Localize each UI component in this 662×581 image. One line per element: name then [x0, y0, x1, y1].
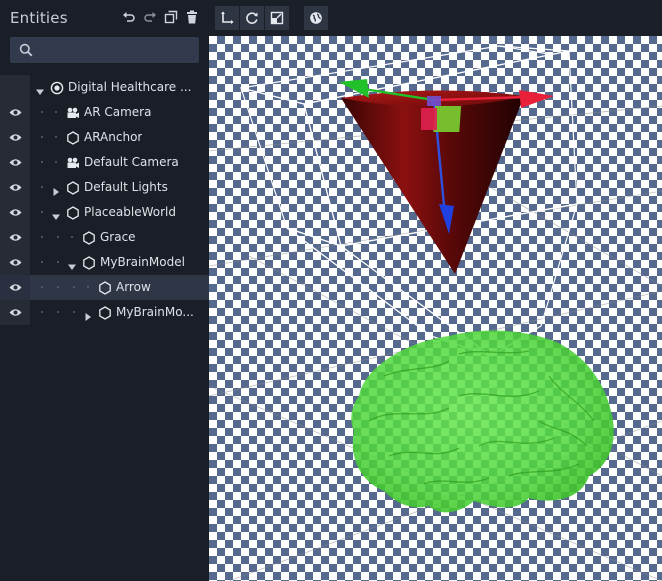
- tree-item-label: MyBrainMo...: [116, 305, 194, 319]
- camera-icon: [66, 105, 80, 119]
- tree-item-label: Digital Healthcare ...: [68, 80, 192, 94]
- chevron-down-icon[interactable]: [67, 257, 77, 270]
- tree-item-default-camera[interactable]: Default Camera: [0, 150, 209, 175]
- duplicate-icon[interactable]: [164, 10, 178, 24]
- tree-item-label: Grace: [100, 230, 136, 244]
- tree-item-digital-healthcare[interactable]: Digital Healthcare ...: [0, 75, 209, 100]
- visibility-toggle[interactable]: [0, 125, 30, 150]
- tree-item-aranchor[interactable]: ARAnchor: [0, 125, 209, 150]
- visibility-toggle[interactable]: [0, 175, 30, 200]
- tree-item-default-lights[interactable]: Default Lights: [0, 175, 209, 200]
- hexagon-icon: [66, 205, 80, 220]
- tree-item-placeableworld[interactable]: PlaceableWorld: [0, 200, 209, 225]
- chevron-right-icon[interactable]: [51, 182, 61, 196]
- tree-item-label: PlaceableWorld: [84, 205, 176, 219]
- entity-search[interactable]: [10, 37, 199, 63]
- tree-item-mybrainmo[interactable]: MyBrainMo...: [0, 300, 209, 325]
- target-icon: [50, 80, 64, 95]
- tree-item-label: Default Lights: [84, 180, 168, 194]
- brain-mesh: [351, 330, 614, 513]
- viewport-toolbar: [209, 0, 662, 36]
- scene-render: [209, 45, 662, 581]
- eye-icon: [9, 309, 21, 316]
- visibility-toggle[interactable]: [0, 275, 30, 300]
- entities-panel: Entities Digital Healthcare ... AR Camera…: [0, 0, 209, 581]
- visibility-toggle[interactable]: [0, 100, 30, 125]
- visibility-toggle[interactable]: [0, 225, 30, 250]
- visibility-toggle[interactable]: [0, 250, 30, 275]
- delete-icon[interactable]: [185, 10, 199, 24]
- tree-item-label: Arrow: [116, 280, 151, 294]
- tree-item-ar-camera[interactable]: AR Camera: [0, 100, 209, 125]
- chevron-down-icon[interactable]: [35, 82, 45, 95]
- tree-item-mybrainmodel[interactable]: MyBrainModel: [0, 250, 209, 275]
- hexagon-icon: [98, 305, 112, 320]
- chevron-down-icon[interactable]: [51, 207, 61, 220]
- eye-icon: [9, 109, 21, 116]
- eye-icon: [9, 209, 21, 216]
- eye-icon: [9, 184, 21, 191]
- visibility-toggle[interactable]: [0, 200, 30, 225]
- entities-toolbar: [122, 10, 199, 24]
- hexagon-icon: [66, 130, 80, 145]
- eye-icon: [9, 134, 21, 141]
- undo-icon[interactable]: [122, 10, 136, 24]
- visibility-toggle[interactable]: [0, 150, 30, 175]
- eye-icon: [9, 234, 21, 241]
- visibility-toggle[interactable]: [0, 300, 30, 325]
- move-tool-icon: [221, 11, 234, 24]
- world-space-icon: [310, 12, 322, 24]
- hexagon-icon: [82, 255, 96, 270]
- entities-title: Entities: [10, 9, 68, 27]
- rotate-tool-icon: [246, 12, 258, 24]
- scale-tool-icon: [270, 11, 284, 25]
- move-tool-button[interactable]: [215, 6, 239, 30]
- rotate-tool-button[interactable]: [240, 6, 264, 30]
- visibility-gutter: [0, 75, 30, 100]
- tree-item-grace[interactable]: Grace: [0, 225, 209, 250]
- scene-viewport[interactable]: [209, 36, 662, 581]
- world-space-button[interactable]: [304, 6, 328, 30]
- camera-icon: [66, 155, 80, 169]
- entity-tree: Digital Healthcare ... AR Camera ARAnchor D…: [0, 75, 209, 325]
- entities-header: Entities: [0, 0, 209, 36]
- hexagon-icon: [98, 280, 112, 295]
- redo-icon[interactable]: [143, 10, 157, 24]
- hexagon-icon: [66, 180, 80, 195]
- chevron-right-icon[interactable]: [83, 307, 93, 321]
- tree-item-arrow[interactable]: Arrow: [0, 275, 209, 300]
- tree-item-label: Default Camera: [84, 155, 179, 169]
- tree-item-label: AR Camera: [84, 105, 152, 119]
- eye-icon: [9, 284, 21, 291]
- eye-icon: [9, 159, 21, 166]
- scale-tool-button[interactable]: [265, 6, 289, 30]
- tree-item-label: MyBrainModel: [100, 255, 185, 269]
- hexagon-icon: [82, 230, 96, 245]
- tree-item-label: ARAnchor: [84, 130, 143, 144]
- search-input[interactable]: [38, 37, 196, 63]
- search-icon: [19, 43, 33, 57]
- eye-icon: [9, 259, 21, 266]
